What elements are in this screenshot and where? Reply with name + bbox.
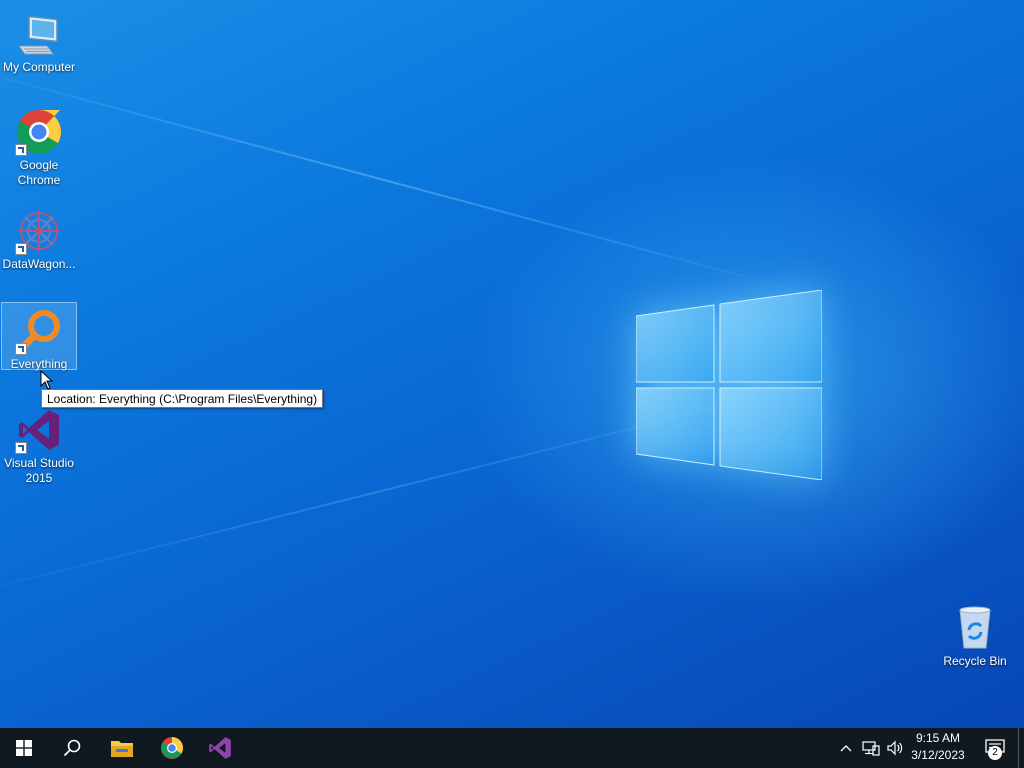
desktop-icon-my-computer[interactable]: My Computer xyxy=(1,6,77,75)
shortcut-arrow-icon xyxy=(15,243,27,255)
visual-studio-icon xyxy=(209,737,231,759)
network-icon xyxy=(862,741,880,756)
recycle-bin-icon xyxy=(951,604,999,652)
desktop-icon-label: DataWagon... xyxy=(2,257,76,271)
desktop-icon-label: Recycle Bin xyxy=(943,654,1007,668)
windows-start-icon xyxy=(16,740,32,756)
chrome-icon xyxy=(15,108,63,156)
desktop-icon-datawagon[interactable]: DataWagon... xyxy=(1,203,77,272)
visual-studio-icon xyxy=(15,406,63,454)
clock-date: 3/12/2023 xyxy=(911,748,965,762)
location-tooltip: Location: Everything (C:\Program Files\E… xyxy=(41,389,324,408)
desktop-icon-recycle-bin[interactable]: Recycle Bin xyxy=(937,600,1013,669)
taskbar-chrome[interactable] xyxy=(148,728,196,768)
computer-icon xyxy=(15,10,63,58)
desktop-icon-label: Google Chrome xyxy=(17,158,61,187)
windows-logo-wallpaper xyxy=(636,290,822,480)
taskbar-visual-studio[interactable] xyxy=(196,728,244,768)
show-hidden-icons-button[interactable] xyxy=(836,728,856,768)
start-button[interactable] xyxy=(0,728,48,768)
desktop[interactable]: My Computer Google Chrome DataWagon... E… xyxy=(0,0,1024,728)
desktop-icon-visual-studio-2015[interactable]: Visual Studio 2015 xyxy=(1,402,77,486)
shortcut-arrow-icon xyxy=(15,343,27,355)
network-button[interactable] xyxy=(860,728,882,768)
desktop-icon-label: Visual Studio 2015 xyxy=(4,456,74,485)
desktop-icon-label: My Computer xyxy=(2,60,76,74)
clock[interactable]: 9:15 AM 3/12/2023 xyxy=(902,730,974,766)
notification-count-badge: 2 xyxy=(988,746,1002,760)
shortcut-arrow-icon xyxy=(15,442,27,454)
datawagon-icon xyxy=(15,207,63,255)
clock-time: 9:15 AM xyxy=(915,731,961,745)
everything-search-icon xyxy=(15,307,63,355)
desktop-icon-label: Everything xyxy=(10,357,68,371)
search-button[interactable] xyxy=(48,728,96,768)
desktop-icon-everything[interactable]: Everything xyxy=(1,302,77,371)
search-icon xyxy=(63,739,81,757)
show-desktop-button[interactable] xyxy=(1018,728,1024,768)
file-explorer-icon xyxy=(111,741,133,757)
taskbar-file-explorer[interactable] xyxy=(98,728,146,768)
shortcut-arrow-icon xyxy=(15,144,27,156)
light-beam xyxy=(0,60,810,295)
taskbar: 9:15 AM 3/12/2023 xyxy=(0,728,1024,768)
chrome-icon xyxy=(161,737,183,759)
chevron-up-icon xyxy=(840,745,852,752)
mouse-cursor-icon xyxy=(40,370,54,390)
desktop-icon-google-chrome[interactable]: Google Chrome xyxy=(1,104,77,188)
